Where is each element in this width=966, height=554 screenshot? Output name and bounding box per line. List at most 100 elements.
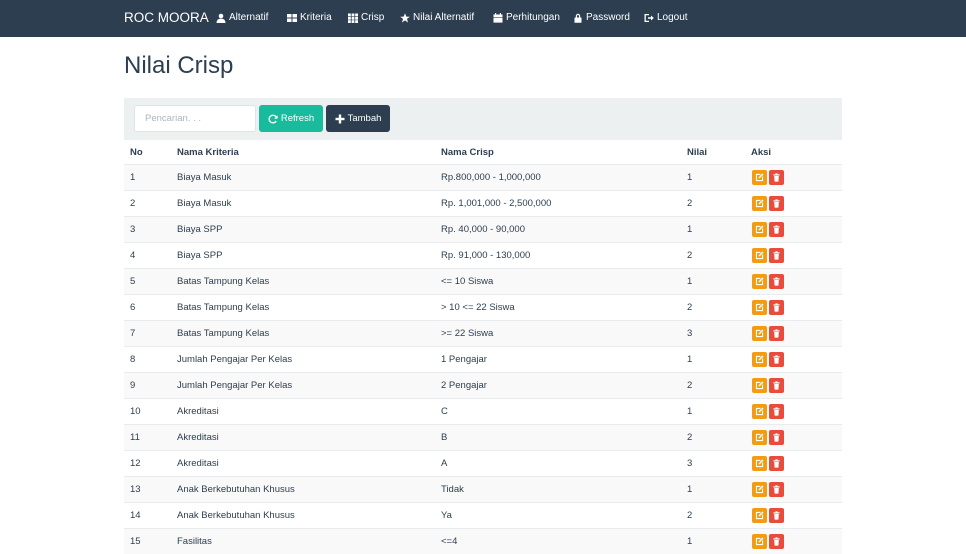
table-row: 11 Akreditasi B 2 [124,424,842,450]
table-row: 6 Batas Tampung Kelas > 10 <= 22 Siswa 2 [124,294,842,320]
nav-item-alternatif[interactable]: Alternatif [216,12,268,23]
delete-button[interactable] [769,300,784,315]
trash-icon [773,277,780,286]
cell-nilai: 1 [687,172,693,183]
brand[interactable]: ROC MOORA [124,10,209,25]
cell-nama-crisp: Rp. 91,000 - 130,000 [441,250,531,261]
cell-no: 2 [130,198,136,209]
cell-no: 1 [130,172,136,183]
cell-no: 6 [130,302,136,313]
edit-button[interactable] [752,404,767,419]
delete-button[interactable] [769,534,784,549]
delete-button[interactable] [769,430,784,445]
cell-nilai: 1 [687,224,693,235]
edit-icon [755,303,764,312]
nav-item-crisp[interactable]: Crisp [348,12,384,23]
cell-nilai: 2 [687,250,693,261]
row-actions [752,534,784,549]
search-input[interactable] [134,105,256,132]
cell-nama-crisp: 2 Pengajar [441,380,487,391]
header-nilai: Nilai [687,147,708,158]
page-title: Nilai Crisp [124,52,234,79]
edit-button[interactable] [752,300,767,315]
edit-button[interactable] [752,274,767,289]
cell-nama-kriteria: Anak Berkebutuhan Khusus [177,484,295,495]
edit-icon [755,381,764,390]
table-row: 2 Biaya Masuk Rp. 1,001,000 - 2,500,000 2 [124,190,842,216]
edit-button[interactable] [752,352,767,367]
delete-button[interactable] [769,404,784,419]
tambah-button[interactable]: Tambah [326,105,390,132]
star-icon [400,12,410,22]
trash-icon [773,433,780,442]
edit-button[interactable] [752,222,767,237]
delete-button[interactable] [769,222,784,237]
refresh-label: Refresh [280,113,315,124]
edit-icon [755,277,764,286]
nav-item-kriteria[interactable]: Kriteria [287,12,332,23]
edit-button[interactable] [752,326,767,341]
refresh-icon [268,114,278,123]
tambah-label: Tambah [347,113,382,124]
delete-button[interactable] [769,274,784,289]
navbar: ROC MOORA Alternatif Kriteria Crisp Nila… [0,0,966,37]
cell-nilai: 1 [687,406,693,417]
delete-button[interactable] [769,170,784,185]
nav-label: Logout [657,12,688,23]
edit-button[interactable] [752,170,767,185]
row-actions [752,196,784,211]
table-icon [287,13,297,22]
cell-nilai: 2 [687,432,693,443]
cell-nilai: 3 [687,328,693,339]
table-row: 3 Biaya SPP Rp. 40,000 - 90,000 1 [124,216,842,242]
delete-button[interactable] [769,352,784,367]
table-row: 12 Akreditasi A 3 [124,450,842,476]
delete-button[interactable] [769,456,784,471]
edit-icon [755,511,764,520]
cell-nama-crisp: Rp. 40,000 - 90,000 [441,224,525,235]
edit-button[interactable] [752,430,767,445]
trash-icon [773,407,780,416]
row-actions [752,456,784,471]
edit-button[interactable] [752,508,767,523]
trash-icon [773,329,780,338]
delete-button[interactable] [769,508,784,523]
cell-nama-kriteria: Biaya Masuk [177,172,232,183]
edit-button[interactable] [752,196,767,211]
edit-icon [755,407,764,416]
edit-button[interactable] [752,456,767,471]
nav-item-perhitungan[interactable]: Perhitungan [493,12,560,23]
cell-no: 12 [130,458,141,469]
cell-nama-kriteria: Akreditasi [177,458,219,469]
row-actions [752,378,784,393]
edit-icon [755,329,764,338]
cell-no: 11 [130,432,140,443]
delete-button[interactable] [769,326,784,341]
nav-item-password[interactable]: Password [573,12,630,23]
nav-item-nilai-alternatif[interactable]: Nilai Alternatif [400,12,474,23]
edit-button[interactable] [752,482,767,497]
nav-item-logout[interactable]: Logout [644,12,688,23]
cell-nama-crisp: > 10 <= 22 Siswa [441,302,515,313]
edit-icon [755,537,764,546]
edit-button[interactable] [752,378,767,393]
trash-icon [773,537,780,546]
cell-no: 9 [130,380,136,391]
delete-button[interactable] [769,482,784,497]
trash-icon [773,459,780,468]
header-nama-kriteria: Nama Kriteria [177,147,239,158]
cell-no: 13 [130,484,141,495]
cell-no: 10 [130,406,141,417]
table-row: 8 Jumlah Pengajar Per Kelas 1 Pengajar 1 [124,346,842,372]
cell-nilai: 1 [687,276,693,287]
plus-icon [335,114,345,123]
delete-button[interactable] [769,196,784,211]
delete-button[interactable] [769,248,784,263]
refresh-button[interactable]: Refresh [259,105,323,132]
edit-button[interactable] [752,248,767,263]
cell-nama-kriteria: Fasilitas [177,536,212,547]
edit-button[interactable] [752,534,767,549]
cell-nilai: 1 [687,354,693,365]
cell-nama-kriteria: Akreditasi [177,406,219,417]
delete-button[interactable] [769,378,784,393]
